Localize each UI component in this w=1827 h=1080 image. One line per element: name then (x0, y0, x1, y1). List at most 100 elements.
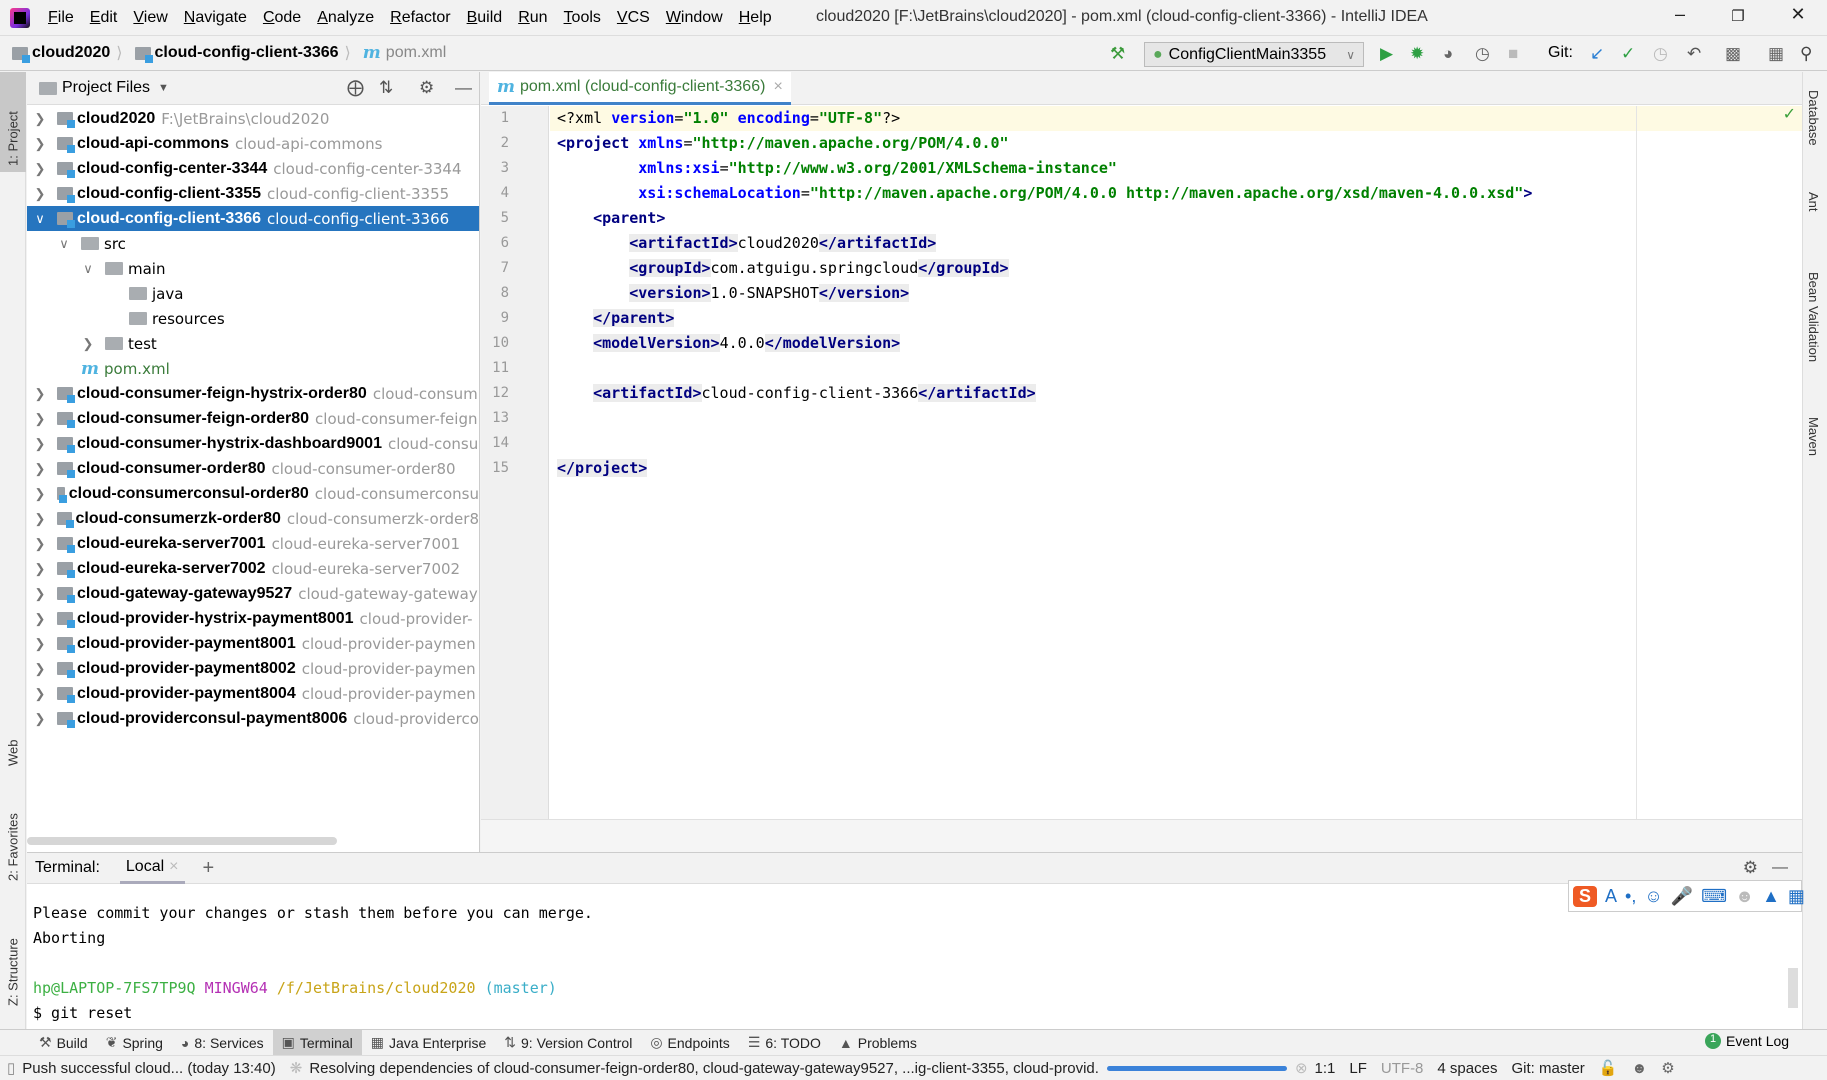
tab-pom-xml[interactable]: m pom.xml (cloud-config-client-3366) × (489, 72, 791, 105)
menu-view[interactable]: View (125, 9, 175, 27)
tree-item[interactable]: ❯ cloud-provider-payment8004 cloud-provide… (27, 681, 479, 706)
menu-help[interactable]: Help (731, 9, 780, 27)
tree-item[interactable]: ∨ src (27, 231, 479, 256)
code-line[interactable] (550, 406, 1802, 431)
tab-favorites[interactable]: 2: Favorites (2, 787, 24, 887)
chevron-right-icon[interactable]: ❯ (33, 436, 47, 452)
collapse-all-icon[interactable]: ⇅ (379, 78, 393, 98)
chevron-right-icon[interactable]: ❯ (33, 611, 47, 627)
menu-analyze[interactable]: Analyze (309, 9, 382, 27)
tree-item[interactable]: ❯ cloud-consumer-feign-order80 cloud-consu… (27, 406, 479, 431)
chevron-right-icon[interactable]: ❯ (33, 461, 47, 477)
run-icon[interactable]: ▶ (1380, 44, 1393, 64)
chevron-right-icon[interactable]: ❯ (33, 511, 47, 527)
tree-item[interactable]: ❯ cloud2020 F:\JetBrains\cloud2020 (27, 106, 479, 131)
chevron-right-icon[interactable]: ❯ (33, 386, 47, 402)
toolwindow-problems[interactable]: ▲ Problems (830, 1030, 926, 1056)
code-area[interactable]: <?xml version="1.0" encoding="UTF-8"?> <p… (550, 106, 1802, 819)
tree-item[interactable]: ❯ cloud-consumer-order80 cloud-consumer-or… (27, 456, 479, 481)
chevron-right-icon[interactable]: ❯ (33, 661, 47, 677)
chevron-right-icon[interactable]: ❯ (33, 536, 47, 552)
restore-icon[interactable]: ❐ (1718, 7, 1758, 33)
menu-file[interactable]: File (40, 9, 82, 27)
chevron-right-icon[interactable]: ❯ (33, 686, 47, 702)
breadcrumb-file[interactable]: m pom.xml (363, 43, 446, 63)
git-history-icon[interactable]: ◷ (1653, 44, 1668, 64)
status-window-icon[interactable]: ▯ (7, 1059, 15, 1077)
sogou-logo-icon[interactable]: S (1573, 885, 1598, 907)
code-line[interactable]: <groupId>com.atguigu.springcloud</groupI… (550, 256, 1802, 281)
close-icon[interactable]: ✕ (1778, 4, 1818, 30)
new-tab-plus-icon[interactable]: + (203, 857, 215, 880)
hide-icon[interactable]: — (455, 78, 472, 98)
horizontal-scrollbar[interactable] (27, 837, 337, 845)
code-line[interactable]: <project xmlns="http://maven.apache.org/… (550, 131, 1802, 156)
cancel-task-icon[interactable]: ⊗ (1295, 1059, 1308, 1077)
toolwindow-todo[interactable]: ☰ 6: TODO (739, 1030, 830, 1056)
menu-tools[interactable]: Tools (556, 9, 609, 27)
chevron-down-icon[interactable]: ∨ (57, 236, 71, 252)
tab-database[interactable]: Database (1806, 90, 1821, 146)
inspector-icon[interactable]: ☻ (1632, 1060, 1648, 1077)
project-view-select[interactable]: Project Files (62, 79, 150, 97)
tab-project[interactable]: 1: Project (0, 72, 26, 172)
menu-edit[interactable]: Edit (82, 9, 126, 27)
run-configuration-select[interactable]: ● ConfigClientMain3355 ∨ (1144, 42, 1364, 67)
breadcrumb-cloud2020[interactable]: cloud2020 ⟩ (12, 43, 129, 63)
gear-icon[interactable]: ⚙ (1743, 858, 1758, 878)
tree-item[interactable]: ∨ main (27, 256, 479, 281)
menu-code[interactable]: Code (255, 9, 309, 27)
tree-item[interactable]: ❯ test (27, 331, 479, 356)
code-line[interactable]: </parent> (550, 306, 1802, 331)
indent-setting[interactable]: 4 spaces (1437, 1060, 1497, 1077)
toolwindow-build[interactable]: ⚒ Build (30, 1030, 97, 1056)
debug-icon[interactable]: ✹ (1410, 44, 1424, 64)
git-branch[interactable]: Git: master (1511, 1060, 1584, 1077)
hide-icon[interactable]: — (1772, 859, 1788, 877)
grid-menu-icon[interactable]: ▦ (1788, 886, 1805, 907)
toolwindow-endpoints[interactable]: ◎ Endpoints (641, 1030, 739, 1056)
tree-item[interactable]: ❯ cloud-consumer-hystrix-dashboard9001 clo… (27, 431, 479, 456)
toolwindow-spring[interactable]: ❦ Spring (97, 1030, 172, 1056)
tree-item[interactable]: ∨ cloud-config-client-3366 cloud-config-cl… (27, 206, 479, 231)
locate-icon[interactable]: ⨁ (347, 78, 364, 98)
tab-ant[interactable]: Ant (1806, 192, 1821, 212)
chevron-right-icon[interactable]: ❯ (33, 586, 47, 602)
toolwindow-java-enterprise[interactable]: ▦ Java Enterprise (362, 1030, 496, 1056)
code-line[interactable] (550, 431, 1802, 456)
chevron-right-icon[interactable]: ❯ (33, 161, 47, 177)
code-line[interactable]: <version>1.0-SNAPSHOT</version> (550, 281, 1802, 306)
line-separator[interactable]: LF (1349, 1060, 1367, 1077)
code-line[interactable]: xmlns:xsi="http://www.w3.org/2001/XMLSch… (550, 156, 1802, 181)
tree-item[interactable]: ❯ cloud-eureka-server7001 cloud-eureka-ser… (27, 531, 479, 556)
chevron-down-icon[interactable]: ∨ (33, 211, 47, 227)
chevron-right-icon[interactable]: ❯ (33, 411, 47, 427)
tree-item[interactable]: ❯ cloud-provider-payment8001 cloud-provide… (27, 631, 479, 656)
close-tab-icon[interactable]: × (169, 858, 178, 875)
git-commit-icon[interactable]: ✓ (1621, 44, 1635, 64)
tree-item[interactable]: ❯ cloud-config-client-3355 cloud-config-cl… (27, 181, 479, 206)
search-icon[interactable]: ⚲ (1800, 44, 1812, 64)
tree-item[interactable]: java (27, 281, 479, 306)
code-line[interactable]: <parent> (550, 206, 1802, 231)
code-line[interactable]: <artifactId>cloud-config-client-3366</ar… (550, 381, 1802, 406)
toolwindow-version-control[interactable]: ⇅ 9: Version Control (495, 1030, 641, 1056)
menu-build[interactable]: Build (459, 9, 511, 27)
coverage-icon[interactable]: ◕ (1443, 44, 1453, 64)
microphone-icon[interactable]: 🎤 (1671, 886, 1693, 907)
tree-item[interactable]: ❯ cloud-api-commons cloud-api-commons (27, 131, 479, 156)
chevron-right-icon[interactable]: ❯ (33, 186, 47, 202)
chevron-right-icon[interactable]: ❯ (33, 711, 47, 727)
code-line[interactable]: <?xml version="1.0" encoding="UTF-8"?> (550, 106, 1802, 131)
code-line[interactable]: <artifactId>cloud2020</artifactId> (550, 231, 1802, 256)
chevron-down-icon[interactable]: ▼ (158, 82, 169, 94)
chevron-right-icon[interactable]: ❯ (33, 561, 47, 577)
code-line[interactable]: </project> (550, 456, 1802, 481)
chevron-right-icon[interactable]: ❯ (33, 136, 47, 152)
tree-item[interactable]: ❯ cloud-providerconsul-payment8006 cloud-p… (27, 706, 479, 731)
tab-web[interactable]: Web (2, 712, 24, 772)
toolwindow-terminal[interactable]: ▣ Terminal (272, 1029, 362, 1056)
tree-item[interactable]: ❯ cloud-provider-payment8002 cloud-provide… (27, 656, 479, 681)
tree-item[interactable]: ❯ cloud-config-center-3344 cloud-config-ce… (27, 156, 479, 181)
project-structure-icon[interactable]: ▩ (1725, 44, 1741, 64)
